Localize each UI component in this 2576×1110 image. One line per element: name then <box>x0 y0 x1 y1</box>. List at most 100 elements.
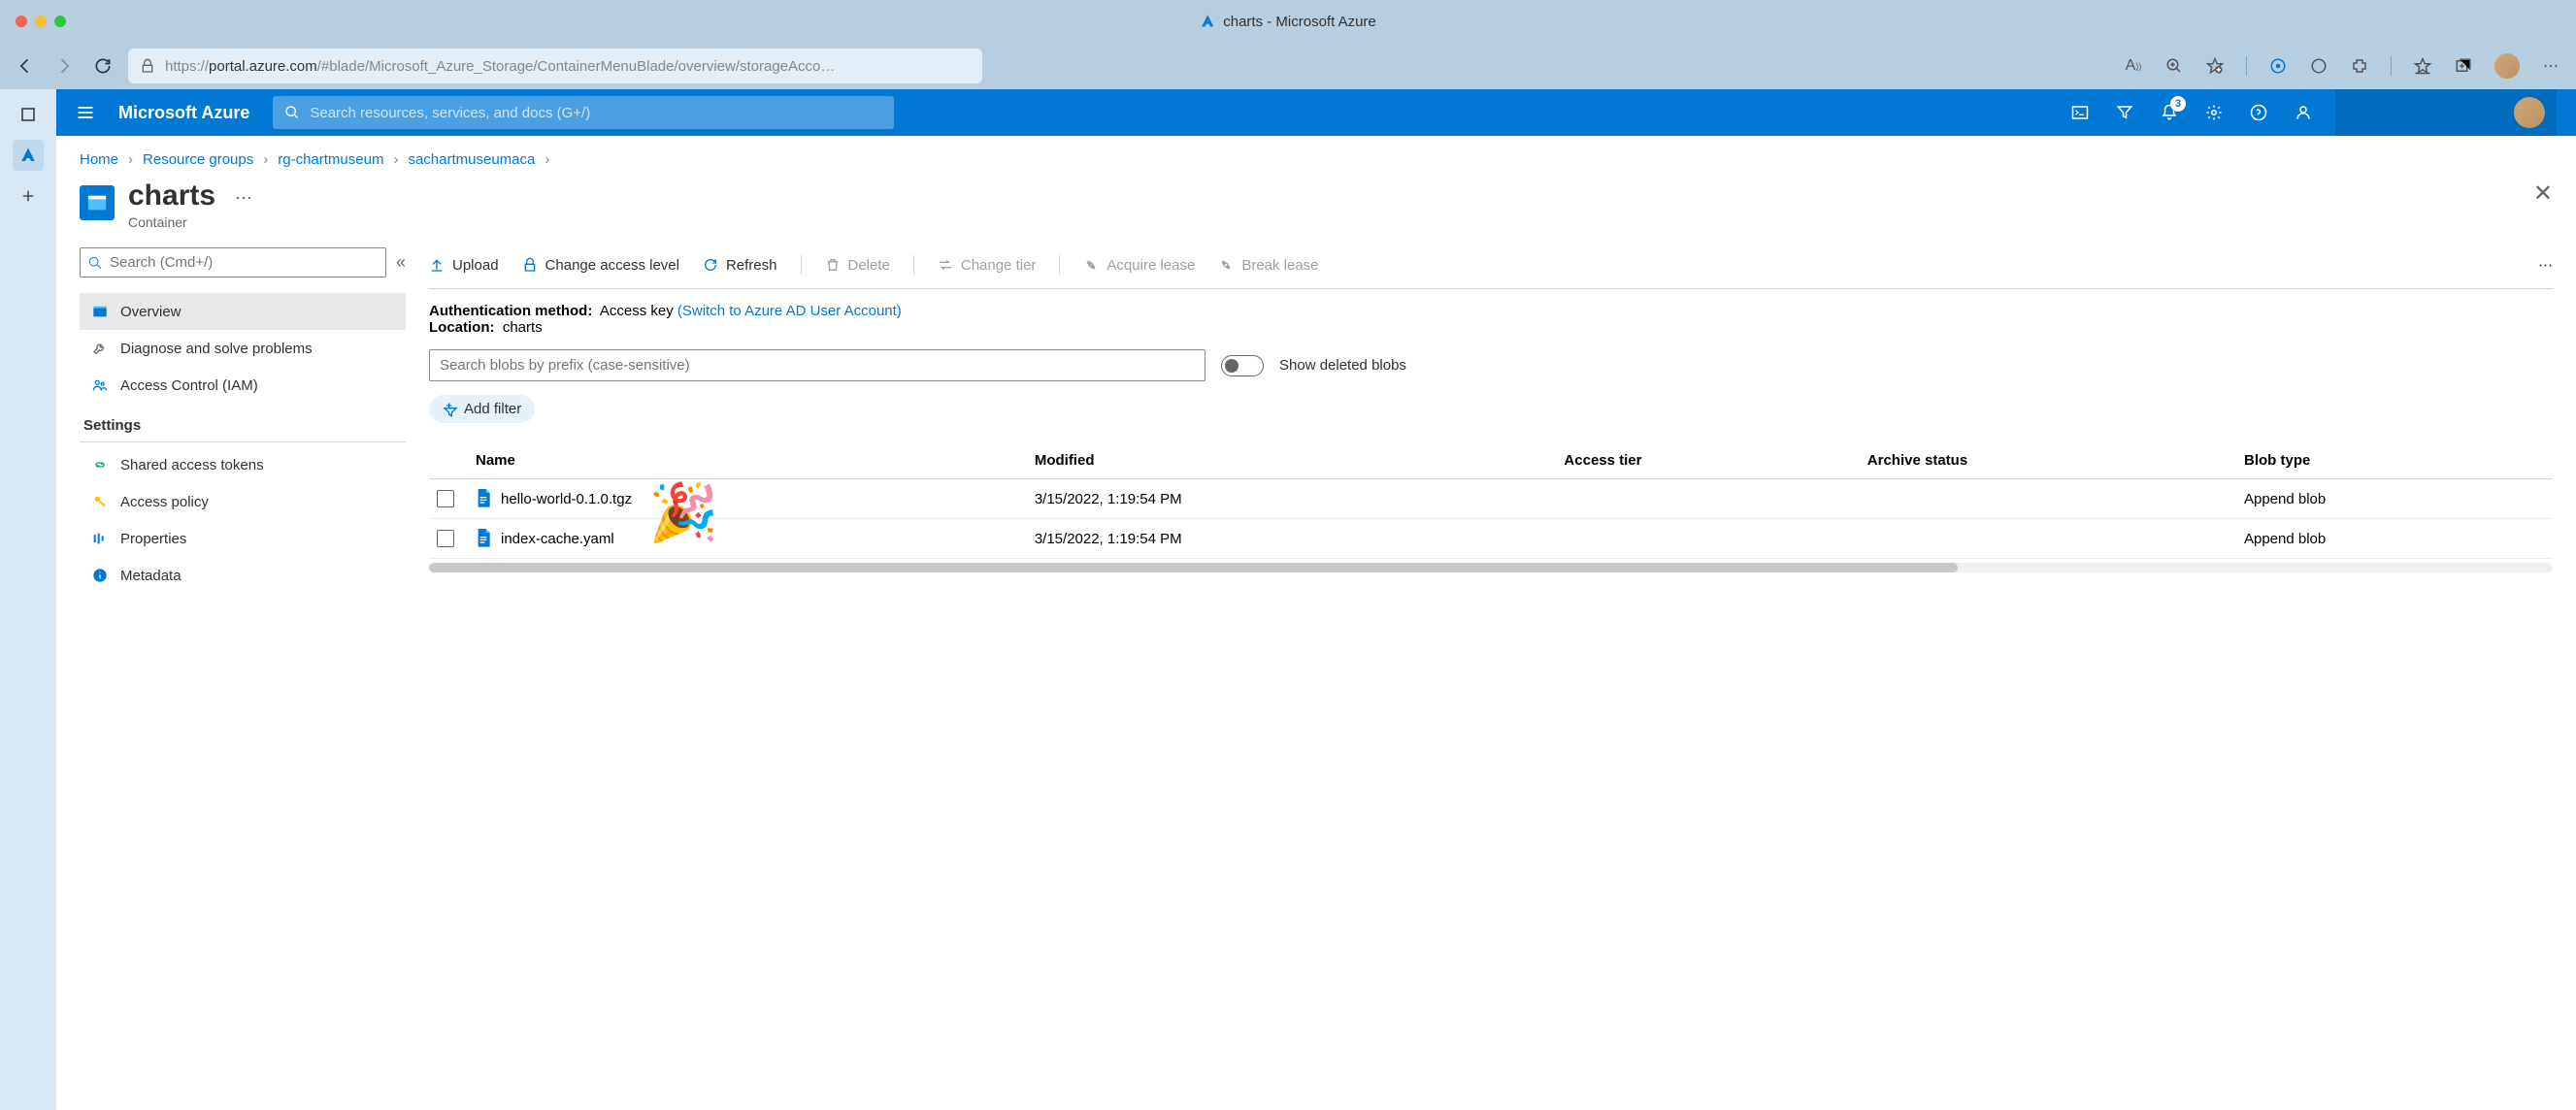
blob-table: Name Modified Access tier Archive status… <box>429 442 2553 559</box>
col-name[interactable]: Name <box>468 442 1027 479</box>
favorites-bar-icon[interactable] <box>2413 56 2432 76</box>
key-icon <box>91 493 109 510</box>
change-tier-button[interactable]: Change tier <box>938 257 1037 274</box>
user-account-area[interactable] <box>2335 89 2557 136</box>
breadcrumb-storage[interactable]: sachartmuseumaca <box>408 151 535 168</box>
zoom-icon[interactable] <box>2164 56 2184 76</box>
tracking-icon[interactable] <box>2268 56 2288 76</box>
read-aloud-icon[interactable]: A)) <box>2124 56 2143 76</box>
cloud-shell-icon[interactable] <box>2071 104 2089 121</box>
col-tier[interactable]: Access tier <box>1556 442 1859 479</box>
lock-icon <box>140 58 155 74</box>
collections-icon[interactable] <box>2454 56 2473 76</box>
refresh-button[interactable]: Refresh <box>703 257 777 274</box>
sidebar-item-label: Access policy <box>120 494 209 510</box>
sidebar-item-label: Shared access tokens <box>120 457 264 473</box>
sidebar-item-access-policy[interactable]: Access policy <box>80 483 406 520</box>
location-value: charts <box>503 319 543 336</box>
col-type[interactable]: Blob type <box>2236 442 2553 479</box>
maximize-window-button[interactable] <box>54 16 66 27</box>
blade-sidebar: « Overview Diagnose and solve problems <box>80 247 406 594</box>
add-filter-button[interactable]: Add filter <box>429 395 535 423</box>
feedback-icon[interactable] <box>2295 104 2312 121</box>
col-modified[interactable]: Modified <box>1027 442 1557 479</box>
back-button[interactable] <box>16 56 35 76</box>
upload-button[interactable]: Upload <box>429 257 499 274</box>
scrollbar-thumb[interactable] <box>429 563 1958 572</box>
new-tab-icon[interactable] <box>13 180 44 212</box>
global-search-input[interactable] <box>310 105 882 121</box>
azure-icon <box>1200 14 1215 29</box>
window-controls <box>16 16 66 27</box>
table-row[interactable]: hello-world-0.1.0.tgz 3/15/2022, 1:19:54… <box>429 479 2553 519</box>
sidebar-item-label: Diagnose and solve problems <box>120 341 313 357</box>
row-checkbox[interactable] <box>437 530 454 547</box>
file-icon <box>476 529 491 548</box>
global-search[interactable] <box>273 96 894 129</box>
sidebar-item-label: Properties <box>120 531 186 547</box>
sidebar-item-diagnose[interactable]: Diagnose and solve problems <box>80 330 406 367</box>
sidebar-item-overview[interactable]: Overview <box>80 293 406 330</box>
page-more-button[interactable]: ⋯ <box>235 188 252 209</box>
sidebar-item-properties[interactable]: Properties <box>80 520 406 557</box>
sidebar-item-iam[interactable]: Access Control (IAM) <box>80 367 406 404</box>
hamburger-menu[interactable] <box>76 103 95 122</box>
breadcrumb-rg[interactable]: rg-chartmuseum <box>278 151 383 168</box>
col-archive[interactable]: Archive status <box>1860 442 2236 479</box>
auth-method-value: Access key <box>600 303 674 319</box>
tabs-icon[interactable] <box>13 99 44 130</box>
help-icon[interactable] <box>2250 104 2267 121</box>
forward-button[interactable] <box>54 56 74 76</box>
close-window-button[interactable] <box>16 16 27 27</box>
toolbar-more-button[interactable]: ⋯ <box>2538 256 2553 274</box>
close-blade-button[interactable]: ✕ <box>2533 180 2553 208</box>
title-bar: charts - Microsoft Azure <box>0 0 2576 43</box>
table-row[interactable]: index-cache.yaml 3/15/2022, 1:19:54 PM A… <box>429 519 2553 559</box>
change-access-button[interactable]: Change access level <box>522 257 679 274</box>
sidebar-item-metadata[interactable]: Metadata <box>80 557 406 594</box>
breadcrumb-resource-groups[interactable]: Resource groups <box>143 151 253 168</box>
minimize-window-button[interactable] <box>35 16 47 27</box>
azure-logo-text[interactable]: Microsoft Azure <box>118 103 249 123</box>
blob-search-input[interactable] <box>429 349 1205 381</box>
filter-icon[interactable] <box>2116 104 2133 121</box>
wrench-icon <box>91 340 109 357</box>
breadcrumb-home[interactable]: Home <box>80 151 118 168</box>
cell-modified: 3/15/2022, 1:19:54 PM <box>1027 479 1557 519</box>
browser-nav-bar: https://portal.azure.com/#blade/Microsof… <box>0 43 2576 89</box>
switch-auth-link[interactable]: (Switch to Azure AD User Account) <box>677 303 902 319</box>
people-icon <box>91 376 109 394</box>
notifications-icon[interactable]: 3 <box>2161 104 2178 121</box>
main-panel: Upload Change access level Refresh <box>406 247 2553 594</box>
breadcrumb: Home› Resource groups› rg-chartmuseum› s… <box>80 151 2553 168</box>
meta-info: Authentication method: Access key (Switc… <box>429 303 2553 336</box>
extensions-icon[interactable] <box>2350 56 2369 76</box>
file-icon <box>476 489 491 508</box>
horizontal-scrollbar[interactable] <box>429 563 2553 572</box>
break-lease-button[interactable]: Break lease <box>1218 257 1318 274</box>
search-icon <box>284 105 300 120</box>
browser-menu-icon[interactable]: ⋯ <box>2541 56 2560 76</box>
browser-profile-avatar[interactable] <box>2494 53 2520 79</box>
cell-type: Append blob <box>2236 479 2553 519</box>
link-icon <box>91 456 109 473</box>
favorite-icon[interactable] <box>2205 56 2225 76</box>
show-deleted-label: Show deleted blobs <box>1279 357 1406 374</box>
collapse-sidebar-button[interactable]: « <box>396 252 406 273</box>
url-bar[interactable]: https://portal.azure.com/#blade/Microsof… <box>128 49 982 83</box>
show-deleted-toggle[interactable] <box>1221 355 1264 376</box>
acquire-lease-button[interactable]: Acquire lease <box>1083 257 1195 274</box>
reload-button[interactable] <box>93 56 113 76</box>
cell-archive <box>1860 479 2236 519</box>
file-name: hello-world-0.1.0.tgz <box>501 491 632 507</box>
sync-icon[interactable] <box>2309 56 2328 76</box>
delete-button[interactable]: Delete <box>825 257 890 274</box>
edge-sidebar <box>0 89 56 1110</box>
azure-tab-icon[interactable] <box>13 140 44 171</box>
settings-icon[interactable] <box>2205 104 2223 121</box>
sidebar-item-sas[interactable]: Shared access tokens <box>80 446 406 483</box>
sidebar-search-input[interactable] <box>80 247 386 278</box>
row-checkbox[interactable] <box>437 490 454 507</box>
cell-archive <box>1860 519 2236 559</box>
cell-tier <box>1556 519 1859 559</box>
